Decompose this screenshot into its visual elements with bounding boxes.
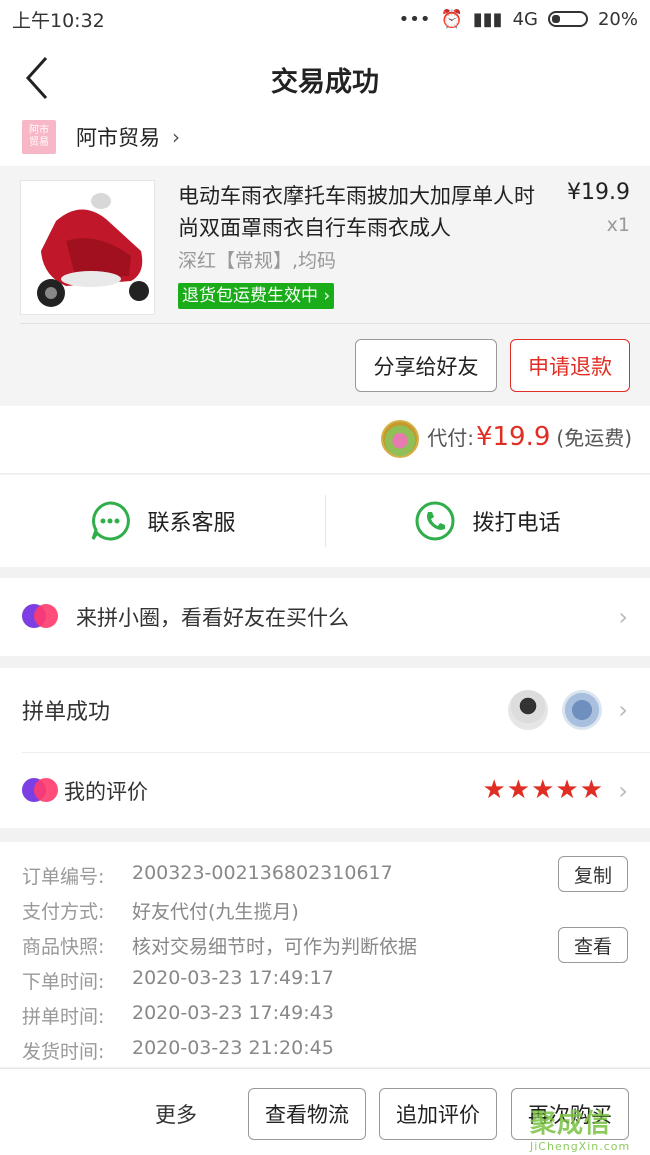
avatar (562, 690, 602, 730)
call-phone-button[interactable]: 拨打电话 (325, 475, 650, 567)
watermark-title: 聚成信 (530, 1109, 612, 1139)
payment-label: 代付: (427, 426, 474, 450)
my-review-row[interactable]: 我的评价 ★★★★★ › (0, 753, 650, 828)
view-snapshot-button[interactable]: 查看 (558, 927, 628, 963)
group-time: 2020-03-23 17:49:43 (132, 1002, 334, 1024)
info-label: 下单时间: (22, 971, 105, 993)
snapshot-row: 商品快照: 核对交易细节时，可作为判断依据 (22, 932, 417, 959)
payment-method: 好友代付(九生揽月) (132, 901, 299, 923)
shipping-note: (免运费) (556, 426, 632, 450)
product-price: ¥19.9 (567, 180, 630, 205)
product-card: 电动车雨衣摩托车雨披加大加厚单人时尚双面罩雨衣自行车雨衣成人 ¥19.9 x1 … (0, 166, 650, 406)
copy-button[interactable]: 复制 (558, 856, 628, 892)
info-label: 订单编号: (22, 866, 105, 888)
payer-avatar (381, 420, 419, 458)
watermark: 聚成信 JiChengXin.com (530, 1103, 648, 1153)
page-title: 交易成功 (271, 67, 379, 98)
share-button[interactable]: 分享给好友 (355, 339, 497, 392)
pinxiaoquan-logo-icon (22, 604, 58, 630)
my-review-label: 我的评价 (64, 779, 148, 804)
phone-icon (415, 501, 455, 541)
group-review-section: 拼单成功 › 我的评价 ★★★★★ › (0, 668, 650, 828)
order-info: 订单编号: 200323-002136802310617 复制 支付方式: 好友… (0, 842, 650, 1067)
product-thumbnail[interactable] (20, 180, 155, 315)
contact-service-label: 联系客服 (147, 511, 236, 536)
shop-row[interactable]: 阿市 贸易 阿市贸易 › (0, 108, 650, 166)
contact-row: 联系客服 拨打电话 (0, 475, 650, 567)
chevron-right-icon: › (323, 286, 331, 306)
chevron-right-icon: › (618, 696, 628, 724)
payment-summary: 代付: ¥19.9 (免运费) (427, 422, 632, 452)
more-button[interactable]: 更多 (155, 1099, 197, 1129)
info-label: 发货时间: (22, 1041, 105, 1063)
group-time-row: 拼单时间: 2020-03-23 17:49:43 (22, 1002, 334, 1029)
snapshot-note: 核对交易细节时，可作为判断依据 (132, 936, 418, 958)
status-time: 上午10:32 (12, 9, 105, 32)
payment-method-row: 支付方式: 好友代付(九生揽月) (22, 897, 299, 924)
group-success-row[interactable]: 拼单成功 › (0, 668, 650, 752)
product-title[interactable]: 电动车雨衣摩托车雨披加大加厚单人时尚双面罩雨衣自行车雨衣成人 (178, 180, 548, 244)
more-dots-icon: ••• (398, 8, 431, 30)
payment-row: 代付: ¥19.9 (免运费) (0, 406, 650, 474)
friend-circle-row[interactable]: 来拼小圈，看看好友在买什么 › (0, 578, 650, 656)
status-icons: ••• ⏰ ▮▮▮ 4G 20% (399, 9, 638, 30)
shop-logo: 阿市 贸易 (22, 120, 56, 154)
view-logistics-button[interactable]: 查看物流 (248, 1088, 366, 1140)
star-rating: ★★★★★ (482, 775, 604, 805)
payment-amount: ¥19.9 (475, 422, 551, 452)
order-time-row: 下单时间: 2020-03-23 17:49:17 (22, 967, 334, 994)
order-time: 2020-03-23 17:49:17 (132, 967, 334, 989)
battery-percent: 20% (597, 8, 638, 30)
shop-name[interactable]: 阿市贸易 (76, 122, 160, 152)
chevron-right-icon: › (618, 603, 628, 631)
info-label: 拼单时间: (22, 1006, 105, 1028)
divider (20, 323, 650, 324)
watermark-url: JiChengXin.com (530, 1140, 631, 1153)
call-phone-label: 拨打电话 (472, 511, 561, 536)
battery-icon (547, 11, 588, 27)
order-number: 200323-002136802310617 (132, 862, 393, 884)
info-label: 支付方式: (22, 901, 105, 923)
nav-bar: 交易成功 (0, 38, 650, 118)
avatar (508, 690, 548, 730)
chat-bubble-icon (92, 501, 131, 541)
alarm-icon: ⏰ (440, 8, 463, 30)
chevron-right-icon: › (172, 125, 180, 149)
add-review-button[interactable]: 追加评价 (379, 1088, 497, 1140)
product-spec: 深红【常规】,均码 (178, 250, 337, 272)
contact-service-button[interactable]: 联系客服 (0, 475, 325, 567)
badge-label: 退货包运费生效中 (182, 286, 318, 306)
pinxiaoquan-logo-icon (22, 777, 58, 804)
chevron-right-icon: › (618, 776, 628, 805)
status-bar: 上午10:32 ••• ⏰ ▮▮▮ 4G 20% (0, 0, 650, 38)
friend-circle-label: 来拼小圈，看看好友在买什么 (76, 606, 349, 630)
product-quantity: x1 (606, 214, 630, 236)
group-success-label: 拼单成功 (22, 700, 111, 725)
signal-icon: ▮▮▮ (472, 8, 503, 30)
ship-time: 2020-03-23 21:20:45 (132, 1037, 334, 1059)
info-label: 商品快照: (22, 936, 105, 958)
refund-button[interactable]: 申请退款 (510, 339, 630, 392)
ship-time-row: 发货时间: 2020-03-23 21:20:45 (22, 1037, 334, 1064)
order-number-row: 订单编号: 200323-002136802310617 (22, 862, 393, 889)
return-shipping-badge[interactable]: 退货包运费生效中 › (178, 283, 335, 309)
network-type: 4G (512, 8, 538, 30)
